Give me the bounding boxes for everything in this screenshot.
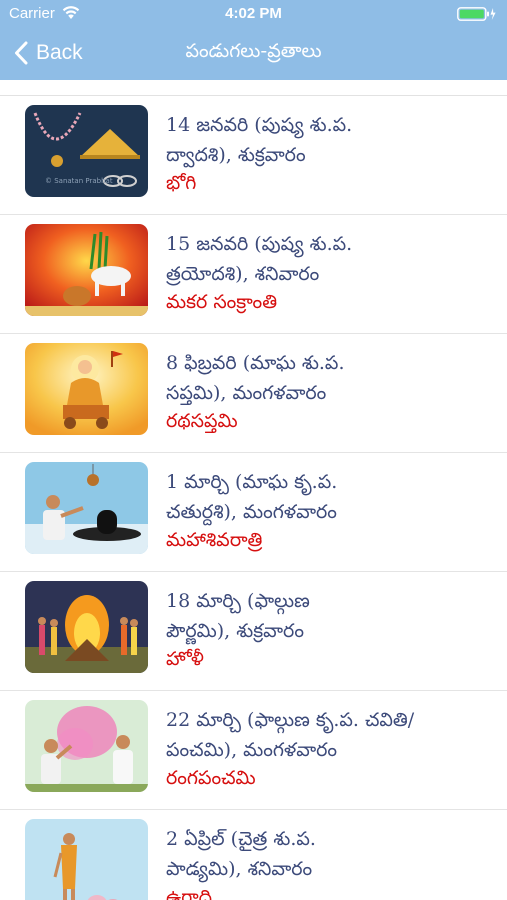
page-title: పండుగలు-వ్రతాలు [185,40,322,62]
festival-date: 2 ఏప్రిల్ (చైత్ర శు.ప. పాడ్యమి), శనివారం [166,824,486,884]
rangapanchami-image [25,700,148,792]
date-line-2: ద్వాదశి), శుక్రవారం [166,144,306,166]
date-line-2: చతుర్దశి), మంగళవారం [166,501,337,523]
thumb-watermark: © Sanatan Prabhat [45,177,113,185]
ugadi-thumbnail-art [25,819,148,900]
date-line-1: 2 ఏప్రిల్ (చైత్ర శు.ప. [166,828,316,850]
festival-name: మహాశివరాత్రి [166,529,263,551]
festival-name: రథసప్తమి [166,410,238,432]
mahashivaratri-image [25,462,148,554]
header-bar: Carrier 4:02 PM Back పండుగలు-వ్రతాలు [0,0,507,80]
holi-image [25,581,148,673]
date-line-2: పంచమి), మంగళవారం [166,739,338,761]
festival-name: భోగి [166,172,197,194]
navigation-bar: Back పండుగలు-వ్రతాలు [0,28,507,80]
rangapanchami-thumbnail-art [25,700,148,792]
holi-thumbnail-art [25,581,148,673]
rathasaptami-thumbnail-art [25,343,148,435]
date-line-2: పాడ్యమి), శనివారం [166,858,313,880]
sankranti-thumbnail-art [25,224,148,316]
battery-icon [457,7,496,21]
bhogi-image: © Sanatan Prabhat [25,105,148,197]
festival-date: 8 ఫిబ్రవరి (మాఘ శు.ప. సప్తమి), మంగళవారం [166,348,486,408]
status-bar: Carrier 4:02 PM [0,0,507,28]
mahashivaratri-thumbnail-art [25,462,148,554]
festival-name: ఉగాది [166,886,213,900]
date-line-2: సప్తమి), మంగళవారం [166,382,327,404]
list-item-holi[interactable]: 18 మార్చి (ఫాల్గుణ పౌర్ణమి), శుక్రవారం హ… [0,572,507,691]
festival-date: 14 జనవరి (పుష్య శు.ప. ద్వాదశి), శుక్రవార… [166,110,486,170]
date-line-2: పౌర్ణమి), శుక్రవారం [166,620,304,642]
date-line-2: త్రయోదశి), శనివారం [166,263,320,285]
list-item-rangapanchami[interactable]: 22 మార్చి (ఫాల్గుణ కృ.ప. చవితి/ పంచమి), … [0,691,507,810]
festival-date: 18 మార్చి (ఫాల్గుణ పౌర్ణమి), శుక్రవారం [166,586,486,646]
sankranti-image [25,224,148,316]
list-item-bhogi[interactable]: © Sanatan Prabhat 14 జనవరి (పుష్య శు.ప. … [0,96,507,215]
list-item-sankranti[interactable]: 15 జనవరి (పుష్య శు.ప. త్రయోదశి), శనివారం… [0,215,507,334]
list-item-rathasaptami[interactable]: 8 ఫిబ్రవరి (మాఘ శు.ప. సప్తమి), మంగళవారం … [0,334,507,453]
festival-name: రంగపంచమి [166,767,256,789]
date-line-1: 18 మార్చి (ఫాల్గుణ [166,590,310,612]
festival-name: మకర సంక్రాంతి [166,291,278,313]
list-item-mahashivaratri[interactable]: 1 మార్చి (మాఘ కృ.ప. చతుర్దశి), మంగళవారం … [0,453,507,572]
date-line-1: 15 జనవరి (పుష్య శు.ప. [166,233,353,255]
list-item-ugadi[interactable]: 2 ఏప్రిల్ (చైత్ర శు.ప. పాడ్యమి), శనివారం… [0,810,507,900]
festival-date: 1 మార్చి (మాఘ కృ.ప. చతుర్దశి), మంగళవారం [166,467,486,527]
date-line-1: 8 ఫిబ్రవరి (మాఘ శు.ప. [166,352,345,374]
festival-date: 15 జనవరి (పుష్య శు.ప. త్రయోదశి), శనివారం [166,229,486,289]
date-line-1: 14 జనవరి (పుష్య శు.ప. [166,114,353,136]
ugadi-image [25,819,148,900]
bhogi-thumbnail-art: © Sanatan Prabhat [25,105,148,197]
festival-name: హోళీ [166,648,204,670]
clock: 4:02 PM [225,5,282,22]
date-line-1: 22 మార్చి (ఫాల్గుణ కృ.ప. చవితి/ [166,709,415,731]
festival-list: © Sanatan Prabhat 14 జనవరి (పుష్య శు.ప. … [0,96,507,900]
festivals-screen: Carrier 4:02 PM Back పండుగలు-వ్రతాలు © S… [0,0,507,900]
rathasaptami-image [25,343,148,435]
date-line-1: 1 మార్చి (మాఘ కృ.ప. [166,471,338,493]
festival-date: 22 మార్చి (ఫాల్గుణ కృ.ప. చవితి/ పంచమి), … [166,705,486,765]
